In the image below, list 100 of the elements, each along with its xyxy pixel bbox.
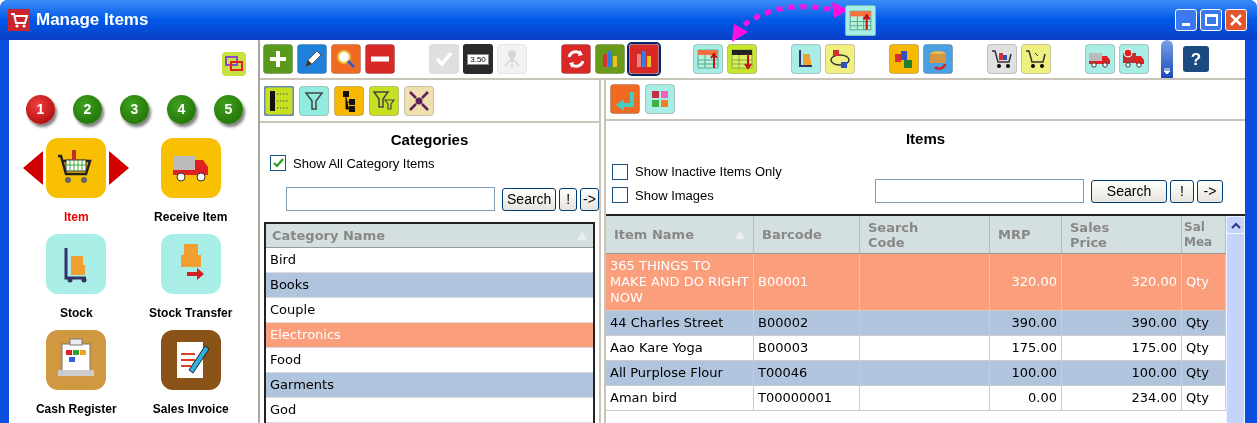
item-row[interactable]: All Purplose Flour T00046 100.00 100.00 Qty [606, 361, 1226, 387]
nav-label[interactable]: Cash Register [35, 400, 117, 418]
table-cell: T00046 [758, 365, 808, 382]
table-icon [845, 5, 876, 36]
nav-label[interactable]: Stock Transfer [149, 304, 233, 322]
boxes-icon[interactable] [889, 44, 919, 74]
table-cell: 365 THINGS TO MAKE AND DO RIGHT NOW [610, 258, 749, 307]
filter-icon[interactable] [369, 85, 399, 116]
scrollbar[interactable] [1226, 216, 1245, 423]
table-cell: Qty [1186, 340, 1210, 357]
cart-icon [8, 9, 30, 31]
search-button[interactable]: Search [1091, 179, 1167, 203]
table-cell: Qty [1186, 274, 1210, 291]
close-button[interactable] [1225, 9, 1247, 31]
truck-icon[interactable] [1085, 44, 1115, 74]
coins-icon[interactable] [923, 44, 953, 74]
table-cell: B00002 [758, 315, 809, 332]
maximize-button[interactable] [1200, 9, 1222, 31]
boxes-icon[interactable] [160, 234, 221, 294]
page-button[interactable]: 3 [120, 95, 149, 124]
table-cell: B00001 [758, 274, 809, 291]
pencil-icon[interactable] [160, 330, 221, 390]
action-button[interactable]: -> [580, 187, 599, 211]
item-row[interactable]: Aao Kare Yoga B00003 175.00 175.00 Qty [606, 336, 1226, 362]
close-icon [1230, 14, 1242, 26]
page-button[interactable]: 1 [26, 95, 55, 124]
table-cell: Aao Kare Yoga [610, 340, 703, 357]
tiles-icon[interactable] [645, 84, 675, 115]
item-row[interactable]: Aman bird T00000001 0.00 234.00 Qty [606, 386, 1226, 412]
boxes-icon[interactable] [825, 44, 855, 74]
truck-icon[interactable] [1119, 44, 1149, 74]
cash-register-icon[interactable] [46, 330, 107, 390]
cart-icon[interactable] [987, 44, 1017, 74]
minimize-button[interactable] [1175, 9, 1197, 31]
chevron-down-icon [1163, 67, 1171, 75]
list-icon[interactable] [264, 85, 294, 116]
table-cell: Qty [1186, 365, 1210, 382]
category-row[interactable]: Garments [266, 373, 593, 398]
search-icon[interactable] [331, 44, 361, 74]
add-icon[interactable] [263, 44, 293, 74]
table-cell: 100.00 [1131, 365, 1177, 382]
cart-icon[interactable] [46, 138, 107, 198]
action-button[interactable]: ! [1170, 179, 1194, 203]
page-button[interactable]: 2 [73, 95, 102, 124]
collapse-icon[interactable] [404, 85, 434, 116]
nav-label[interactable]: Item [63, 208, 89, 226]
minus-icon[interactable] [365, 44, 395, 74]
search-field[interactable] [286, 187, 495, 211]
nav-label[interactable]: Stock [59, 304, 93, 322]
overflow-button[interactable] [1161, 40, 1173, 78]
nav-label[interactable]: Receive Item [154, 208, 228, 226]
table-cell: 100.00 [1011, 365, 1057, 382]
price-display-button[interactable]: 3.50 [463, 44, 493, 74]
panel-title: Items [904, 128, 947, 149]
search-button[interactable]: Search [502, 187, 557, 211]
item-row[interactable]: 44 Charles Street B00002 390.00 390.00 Qty [606, 311, 1226, 337]
table-cell: T00000001 [758, 390, 833, 407]
panel-title: Categories [389, 130, 470, 150]
checkbox-label[interactable]: Show Images [635, 185, 714, 206]
table-cell: 320.00 [1131, 274, 1177, 291]
trolley-icon[interactable] [46, 234, 107, 294]
page-button[interactable]: 5 [214, 95, 243, 124]
table-cell: 44 Charles Street [610, 315, 724, 332]
table-cell: B00003 [758, 340, 809, 357]
table-cell: 320.00 [1011, 274, 1057, 291]
windows-icon[interactable] [222, 52, 246, 76]
chevron-up-icon [1230, 221, 1241, 229]
category-row[interactable]: Books [266, 273, 593, 298]
checkbox[interactable] [612, 163, 628, 180]
triangle-icon[interactable] [109, 151, 130, 185]
checkbox-label[interactable]: Show Inactive Items Only [635, 162, 782, 182]
table-cell: 0.00 [1028, 390, 1057, 407]
table-cell: 390.00 [1131, 315, 1177, 332]
nav-label[interactable]: Sales Invoice [152, 400, 229, 418]
help-button[interactable]: ? [1183, 46, 1209, 72]
filter-icon[interactable] [299, 85, 329, 116]
page-button[interactable]: 4 [167, 95, 196, 124]
trolley-icon[interactable] [791, 44, 821, 74]
pencil-icon[interactable] [297, 44, 327, 74]
truck-icon[interactable] [160, 138, 221, 198]
bar-chart-icon[interactable] [629, 44, 659, 74]
triangle-icon[interactable] [23, 151, 44, 185]
refresh-icon[interactable] [561, 44, 591, 74]
table-cell: 390.00 [1011, 315, 1057, 332]
checkbox[interactable] [612, 187, 628, 204]
cart-icon[interactable] [1021, 44, 1051, 74]
bar-chart-icon[interactable] [595, 44, 625, 74]
checkbox-label[interactable]: Show All Category Items [293, 153, 435, 173]
table-cell: All Purplose Flour [610, 365, 723, 382]
hierarchy-icon[interactable] [334, 85, 364, 116]
search-field[interactable] [875, 179, 1084, 204]
action-button[interactable]: ! [559, 187, 577, 211]
table-cell: Qty [1186, 390, 1210, 407]
sort-icon [577, 231, 587, 240]
table-cell: Aman bird [610, 390, 678, 407]
table-icon[interactable] [727, 44, 757, 74]
scroll-up-button[interactable] [1227, 217, 1244, 234]
action-button[interactable]: -> [1197, 179, 1223, 203]
scroll-thumb[interactable] [1227, 234, 1244, 423]
checkbox[interactable] [270, 155, 286, 172]
